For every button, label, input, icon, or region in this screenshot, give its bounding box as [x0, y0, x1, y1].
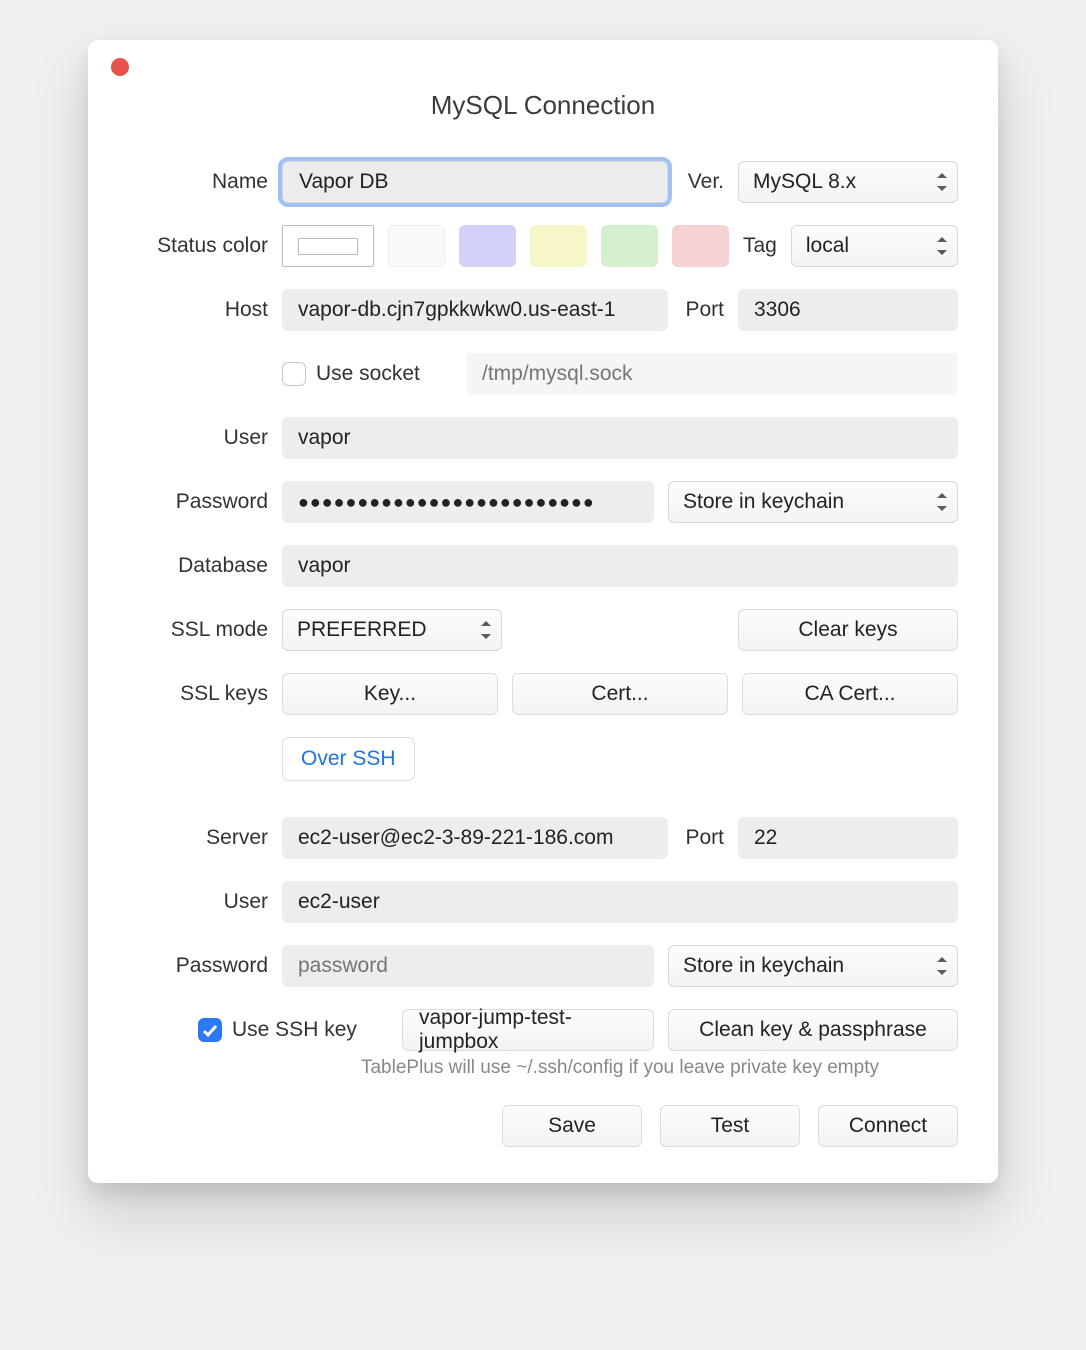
status-color-swatch[interactable]	[459, 225, 516, 267]
ssl-mode-select[interactable]: PREFERRED	[282, 609, 502, 651]
user-label: User	[128, 426, 268, 450]
tag-select[interactable]: local	[791, 225, 958, 267]
chevrons-icon	[935, 492, 949, 512]
database-input[interactable]	[282, 545, 958, 587]
status-color-swatch[interactable]	[388, 225, 445, 267]
test-button[interactable]: Test	[660, 1105, 800, 1147]
ssl-keys-label: SSL keys	[128, 682, 268, 706]
ssh-password-input[interactable]	[282, 945, 654, 987]
over-ssh-tab[interactable]: Over SSH	[282, 737, 415, 781]
port-label: Port	[682, 298, 724, 322]
status-color-custom[interactable]	[282, 225, 374, 267]
version-label: Ver.	[682, 170, 724, 194]
status-color-swatch[interactable]	[672, 225, 729, 267]
password-input[interactable]	[282, 481, 654, 523]
host-input[interactable]	[282, 289, 668, 331]
name-label: Name	[128, 170, 268, 194]
clean-key-button[interactable]: Clean key & passphrase	[668, 1009, 958, 1051]
ssl-cert-button[interactable]: Cert...	[512, 673, 728, 715]
close-button[interactable]	[111, 58, 129, 76]
chevrons-icon	[935, 956, 949, 976]
socket-input	[466, 353, 958, 395]
ssl-mode-label: SSL mode	[128, 618, 268, 642]
ssh-port-label: Port	[682, 826, 724, 850]
ssh-user-label: User	[128, 890, 268, 914]
tag-label: Tag	[743, 234, 777, 258]
ssl-ca-cert-button[interactable]: CA Cert...	[742, 673, 958, 715]
ssl-key-button[interactable]: Key...	[282, 673, 498, 715]
connection-dialog: MySQL Connection Name Ver. MySQL 8.x Sta…	[88, 40, 998, 1183]
database-label: Database	[128, 554, 268, 578]
status-color-swatches	[282, 225, 729, 267]
user-input[interactable]	[282, 417, 958, 459]
port-input[interactable]	[738, 289, 958, 331]
name-input[interactable]	[282, 161, 668, 203]
use-ssh-key-checkbox[interactable]	[198, 1018, 222, 1042]
status-color-swatch[interactable]	[601, 225, 658, 267]
use-socket-label: Use socket	[316, 362, 420, 386]
dialog-title: MySQL Connection	[128, 90, 958, 121]
ssh-password-store-select[interactable]: Store in keychain	[668, 945, 958, 987]
clear-keys-button[interactable]: Clear keys	[738, 609, 958, 651]
version-select[interactable]: MySQL 8.x	[738, 161, 958, 203]
save-button[interactable]: Save	[502, 1105, 642, 1147]
chevrons-icon	[935, 236, 949, 256]
ssh-server-input[interactable]	[282, 817, 668, 859]
status-color-swatch[interactable]	[530, 225, 587, 267]
ssh-password-label: Password	[128, 954, 268, 978]
ssh-hint: TablePlus will use ~/.ssh/config if you …	[282, 1057, 958, 1079]
chevrons-icon	[479, 620, 493, 640]
use-ssh-key-label: Use SSH key	[232, 1018, 357, 1042]
ssh-port-input[interactable]	[738, 817, 958, 859]
use-socket-checkbox[interactable]	[282, 362, 306, 386]
password-label: Password	[128, 490, 268, 514]
connect-button[interactable]: Connect	[818, 1105, 958, 1147]
password-store-select[interactable]: Store in keychain	[668, 481, 958, 523]
status-color-label: Status color	[128, 234, 268, 258]
ssh-server-label: Server	[128, 826, 268, 850]
host-label: Host	[128, 298, 268, 322]
ssh-user-input[interactable]	[282, 881, 958, 923]
chevrons-icon	[935, 172, 949, 192]
ssh-key-file-button[interactable]: vapor-jump-test-jumpbox	[402, 1009, 654, 1051]
